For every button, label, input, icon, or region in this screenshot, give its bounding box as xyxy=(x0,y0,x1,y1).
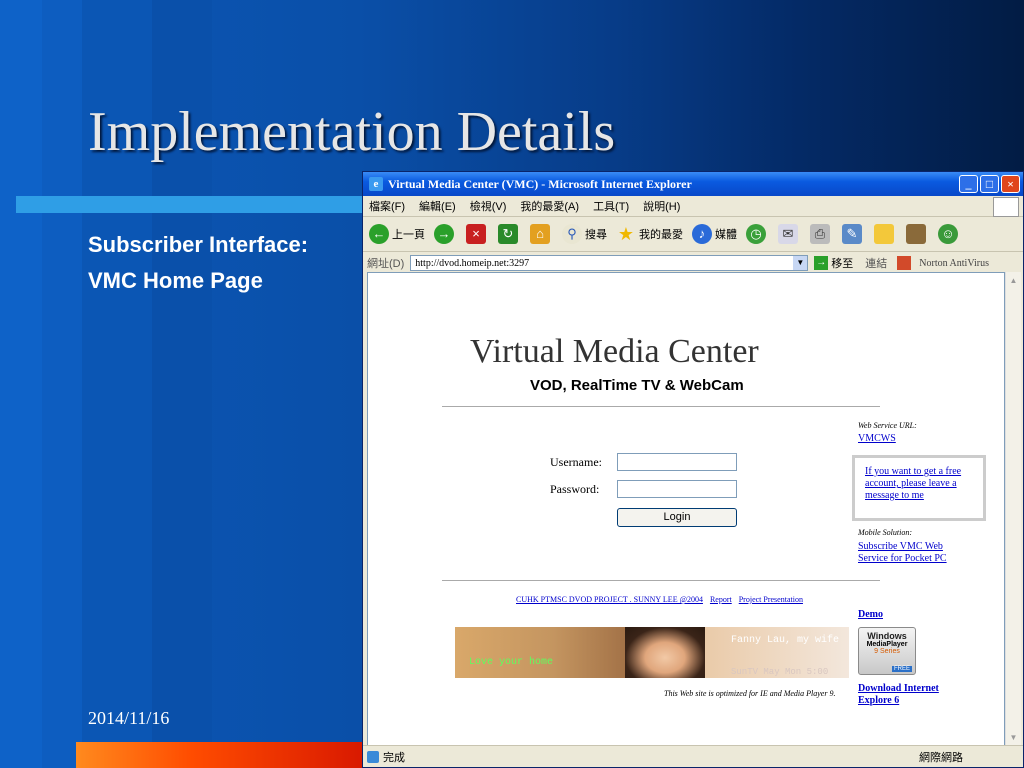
menu-favorites[interactable]: 我的最愛(A) xyxy=(520,198,579,214)
banner-image: Love your home Fanny Lau, my wife SunTV … xyxy=(455,627,849,678)
page-content: Virtual Media Center VOD, RealTime TV & … xyxy=(367,272,1005,746)
print-icon: ⎙ xyxy=(810,224,830,244)
report-link[interactable]: Report xyxy=(710,595,732,604)
menu-help[interactable]: 說明(H) xyxy=(643,198,680,214)
status-bar: 完成 網際網路 xyxy=(363,745,1023,767)
banner-text: Love your home xyxy=(469,657,554,668)
scroll-down-icon[interactable]: ▼ xyxy=(1007,731,1020,744)
home-button[interactable]: ⌂ xyxy=(530,224,553,244)
title-accent-bar xyxy=(16,196,364,213)
mobile-label: Mobile Solution: xyxy=(858,528,912,537)
project-link[interactable]: CUHK PTMSC DVOD PROJECT . SUNNY LEE @200… xyxy=(516,595,703,604)
star-icon: ★ xyxy=(617,224,635,244)
slide-subtitle-line1: Subscriber Interface: xyxy=(88,232,309,257)
password-label: Password: xyxy=(550,482,600,496)
back-button[interactable]: ← 上一頁 xyxy=(369,224,425,244)
menu-edit[interactable]: 編輯(E) xyxy=(419,198,456,214)
divider xyxy=(442,580,880,581)
edit-button[interactable]: ✎ xyxy=(842,224,865,244)
browser-window: e Virtual Media Center (VMC) - Microsoft… xyxy=(362,171,1024,768)
address-bar: 網址(D) http://dvod.homeip.net:3297 ▼ → 移至… xyxy=(363,252,1023,274)
slide-date: 2014/11/16 xyxy=(88,708,170,728)
vmcws-link[interactable]: VMCWS xyxy=(858,433,896,444)
research-button[interactable] xyxy=(906,224,929,244)
folder-icon xyxy=(874,224,894,244)
forward-arrow-icon: → xyxy=(434,224,454,244)
slide-subtitle-line2: VMC Home Page xyxy=(88,268,263,293)
stop-icon: × xyxy=(466,224,486,244)
presentation-link[interactable]: Project Presentation xyxy=(739,595,803,604)
scroll-up-icon[interactable]: ▲ xyxy=(1007,274,1020,287)
divider xyxy=(442,406,880,407)
menu-bar: 檔案(F) 編輯(E) 檢視(V) 我的最愛(A) 工具(T) 說明(H) xyxy=(363,196,1023,217)
banner-timestamp: SunTV May Mon 5:00 xyxy=(731,667,829,677)
menu-view[interactable]: 檢視(V) xyxy=(470,198,507,214)
menu-tools[interactable]: 工具(T) xyxy=(593,198,629,214)
history-button[interactable]: ◷ xyxy=(746,224,769,244)
bg-stripe xyxy=(42,0,82,768)
mail-icon: ✉ xyxy=(778,224,798,244)
search-button[interactable]: ⚲ 搜尋 xyxy=(562,224,607,244)
favorites-button[interactable]: ★ 我的最愛 xyxy=(616,224,683,244)
web-service-label: Web Service URL: xyxy=(858,421,917,430)
refresh-button[interactable]: ↻ xyxy=(498,224,521,244)
media-player-badge[interactable]: Windows MediaPlayer 9 Series FREE xyxy=(858,627,916,675)
links-label[interactable]: 連結 xyxy=(865,255,887,271)
slide-title: Implementation Details xyxy=(88,101,616,163)
address-label: 網址(D) xyxy=(367,258,405,270)
chevron-down-icon[interactable]: ▼ xyxy=(793,256,808,270)
mail-button[interactable]: ✉ xyxy=(778,224,801,244)
media-icon: ♪ xyxy=(692,224,712,244)
person-photo xyxy=(625,627,705,678)
banner-caption: Fanny Lau, my wife xyxy=(731,635,840,646)
download-ie-link[interactable]: Download Internet Explore 6 xyxy=(858,683,958,707)
toolbar: ← 上一頁 → × ↻ ⌂ ⚲ 搜尋 ★ 我的最愛 ♪ 媒體 ◷ ✉ ⎙ ✎ ☺ xyxy=(363,217,1023,252)
address-input[interactable]: http://dvod.homeip.net:3297 ▼ xyxy=(410,255,809,271)
free-account-box: If you want to get a free account, pleas… xyxy=(852,455,986,521)
zone-text: 網際網路 xyxy=(919,751,963,764)
search-icon: ⚲ xyxy=(562,224,582,244)
vertical-scrollbar[interactable]: ▲ ▼ xyxy=(1005,272,1021,746)
pocket-pc-link[interactable]: Subscribe VMC Web Service for Pocket PC xyxy=(858,541,968,565)
ie-icon: e xyxy=(369,177,383,191)
login-button[interactable]: Login xyxy=(617,508,737,527)
refresh-icon: ↻ xyxy=(498,224,518,244)
media-button[interactable]: ♪ 媒體 xyxy=(692,224,737,244)
home-icon: ⌂ xyxy=(530,224,550,244)
books-icon xyxy=(906,224,926,244)
folder-button[interactable] xyxy=(874,224,897,244)
optimized-note: This Web site is optimized for IE and Me… xyxy=(664,689,836,698)
window-title: Virtual Media Center (VMC) - Microsoft I… xyxy=(388,176,692,191)
go-arrow-icon: → xyxy=(814,256,829,270)
history-icon: ◷ xyxy=(746,224,766,244)
go-button[interactable]: → 移至 xyxy=(814,255,853,271)
username-label: Username: xyxy=(550,455,602,469)
browser-titlebar[interactable]: e Virtual Media Center (VMC) - Microsoft… xyxy=(363,172,1023,196)
messenger-button[interactable]: ☺ xyxy=(938,224,961,244)
maximize-button[interactable]: □ xyxy=(980,175,999,193)
close-button[interactable]: × xyxy=(1001,175,1020,193)
edit-icon: ✎ xyxy=(842,224,862,244)
page-icon xyxy=(367,750,379,763)
demo-link[interactable]: Demo xyxy=(858,609,883,620)
minimize-button[interactable]: _ xyxy=(959,175,978,193)
page-heading: Virtual Media Center xyxy=(470,333,759,370)
messenger-icon: ☺ xyxy=(938,224,958,244)
free-account-link[interactable]: If you want to get a free account, pleas… xyxy=(865,466,977,502)
password-field[interactable] xyxy=(617,480,737,498)
footer-links: CUHK PTMSC DVOD PROJECT . SUNNY LEE @200… xyxy=(516,595,808,604)
print-button[interactable]: ⎙ xyxy=(810,224,833,244)
back-arrow-icon: ← xyxy=(369,224,389,244)
norton-icon xyxy=(897,256,912,270)
status-text: 完成 xyxy=(383,751,405,764)
page-subheading: VOD, RealTime TV & WebCam xyxy=(530,377,744,394)
norton-label[interactable]: Norton AntiVirus xyxy=(919,258,989,269)
windows-logo-icon xyxy=(993,197,1019,217)
forward-button[interactable]: → xyxy=(434,224,457,244)
footer-accent-bar xyxy=(76,742,366,768)
stop-button[interactable]: × xyxy=(466,224,489,244)
bg-stripe xyxy=(0,0,42,768)
menu-file[interactable]: 檔案(F) xyxy=(369,198,405,214)
username-field[interactable] xyxy=(617,453,737,471)
